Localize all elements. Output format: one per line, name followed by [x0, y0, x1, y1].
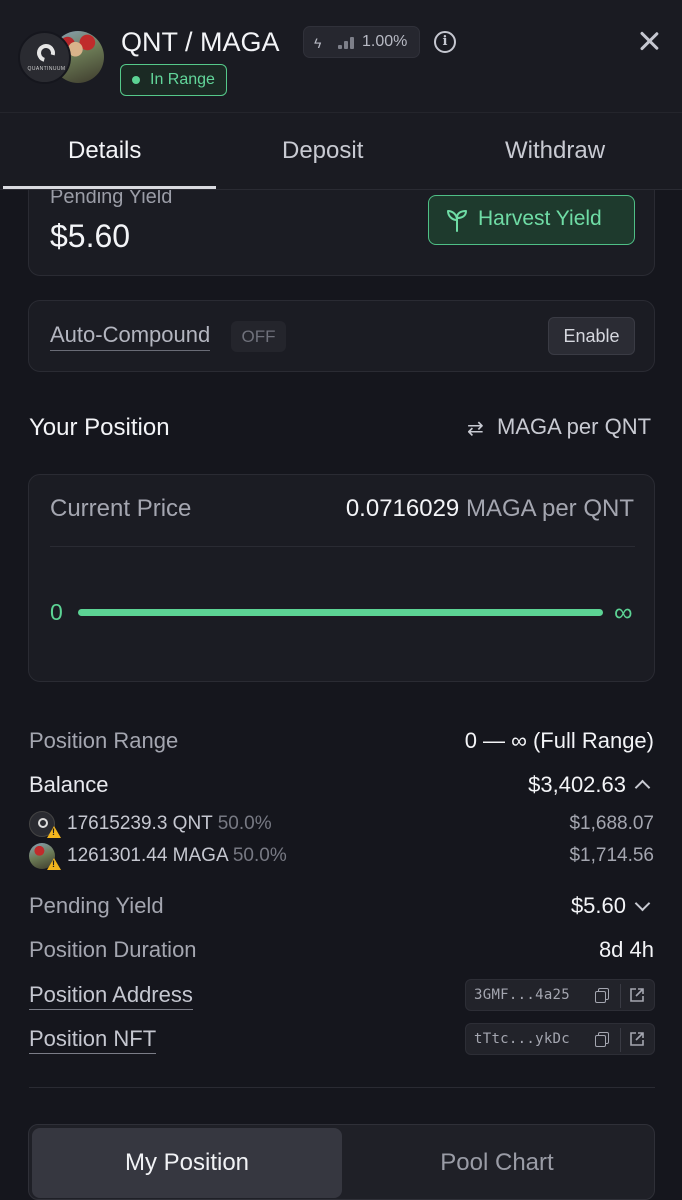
sprout-icon: [447, 210, 467, 232]
pending-yield-value: $5.60: [50, 218, 131, 254]
balance-label: Balance: [29, 772, 109, 797]
price-range-bar: [78, 609, 603, 616]
maga-usd-value: $1,714.56: [569, 845, 654, 866]
header: QUANTINUUM QNT / MAGA ϟ 1.00% i In Range: [0, 0, 682, 112]
position-duration-label: Position Duration: [29, 937, 197, 962]
external-link-icon[interactable]: [629, 1031, 645, 1047]
auto-compound-card: Auto-Compound OFF Enable: [28, 300, 655, 372]
divider: [620, 1028, 621, 1052]
pending-yield-label: Pending Yield: [50, 190, 173, 208]
my-position-button[interactable]: My Position: [32, 1128, 342, 1198]
pending-yield-card: Pending Yield $5.60 Harvest Yield: [28, 190, 655, 276]
current-price-card: Current Price 0.0716029 MAGA per QNT 0 ∞: [28, 474, 655, 682]
copy-icon[interactable]: [595, 988, 609, 1003]
details-panel[interactable]: Pending Yield $5.60 Harvest Yield Auto-C…: [0, 190, 682, 1200]
maga-share: 50.0%: [232, 845, 287, 866]
external-link-icon[interactable]: [629, 987, 645, 1003]
enable-auto-compound-button[interactable]: Enable: [548, 317, 635, 355]
tab-withdraw[interactable]: Withdraw: [505, 137, 605, 165]
divider: [50, 546, 635, 547]
status-badge-label: In Range: [150, 71, 215, 88]
fee-tier-value: 1.00%: [362, 33, 408, 50]
price-direction-label: MAGA per QNT: [497, 414, 652, 439]
warning-icon: [47, 826, 61, 838]
position-address-box: 3GMF...4a25: [465, 979, 655, 1011]
tab-bar: Details Deposit Withdraw: [0, 112, 682, 190]
divider: [620, 984, 621, 1008]
qnt-logo-text: QUANTINUUM: [27, 66, 66, 72]
active-tab-indicator: [3, 186, 216, 189]
chevron-down-icon[interactable]: [634, 895, 651, 912]
pending-yield-row-label: Pending Yield: [29, 893, 164, 918]
pool-chart-button[interactable]: Pool Chart: [342, 1128, 652, 1198]
position-address-value: 3GMF...4a25: [474, 987, 571, 1003]
range-max-label: ∞: [614, 597, 633, 627]
position-duration-value: 8d 4h: [598, 937, 654, 962]
qnt-share: 50.0%: [217, 813, 272, 834]
current-price-unit: MAGA per QNT: [465, 495, 634, 522]
qnt-logo-icon: [33, 40, 59, 66]
position-range-label: Position Range: [29, 728, 179, 753]
qnt-balance-row: 17615239.3 QNT 50.0%: [67, 813, 272, 835]
chevron-up-icon[interactable]: [634, 779, 651, 796]
view-toggle: My Position Pool Chart: [28, 1124, 655, 1200]
current-price-number: 0.0716029: [345, 495, 460, 522]
balance-value: $3,402.63: [528, 772, 626, 797]
close-icon[interactable]: [636, 28, 662, 54]
divider: [29, 1087, 655, 1088]
position-range-value: 0 — ∞ (Full Range): [464, 728, 654, 753]
current-price-value: 0.0716029 MAGA per QNT: [346, 495, 634, 523]
fee-tier-chip: ϟ 1.00%: [303, 26, 420, 58]
auto-compound-status: OFF: [231, 321, 286, 352]
warning-icon: [47, 858, 61, 870]
bolt-icon: ϟ: [314, 35, 322, 51]
info-icon[interactable]: i: [434, 31, 456, 53]
tab-details[interactable]: Details: [68, 137, 141, 165]
qnt-usd-value: $1,688.07: [569, 813, 654, 834]
position-nft-box: tTtc...ykDc: [465, 1023, 655, 1055]
swap-arrows-icon: ⇄: [467, 418, 484, 440]
your-position-title: Your Position: [29, 414, 170, 441]
harvest-yield-label: Harvest Yield: [478, 207, 602, 230]
signal-bars-icon: [338, 37, 356, 49]
auto-compound-label[interactable]: Auto-Compound: [50, 322, 211, 351]
pair-title: QNT / MAGA: [121, 27, 280, 57]
harvest-yield-button[interactable]: Harvest Yield: [428, 195, 635, 245]
position-nft-value: tTtc...ykDc: [474, 1031, 571, 1047]
in-range-badge: In Range: [120, 64, 227, 96]
maga-amount: 1261301.44 MAGA: [67, 845, 228, 866]
copy-icon[interactable]: [595, 1032, 609, 1047]
range-min-label: 0: [50, 599, 63, 625]
qnt-token-avatar: QUANTINUUM: [18, 31, 71, 84]
current-price-label: Current Price: [50, 495, 192, 522]
tab-deposit[interactable]: Deposit: [282, 137, 363, 165]
position-nft-label[interactable]: Position NFT: [29, 1026, 157, 1054]
qnt-amount: 17615239.3 QNT: [67, 813, 213, 834]
status-dot-icon: [132, 76, 140, 84]
position-address-label[interactable]: Position Address: [29, 982, 193, 1010]
pending-yield-row-value: $5.60: [570, 893, 626, 918]
maga-balance-row: 1261301.44 MAGA 50.0%: [67, 845, 287, 867]
